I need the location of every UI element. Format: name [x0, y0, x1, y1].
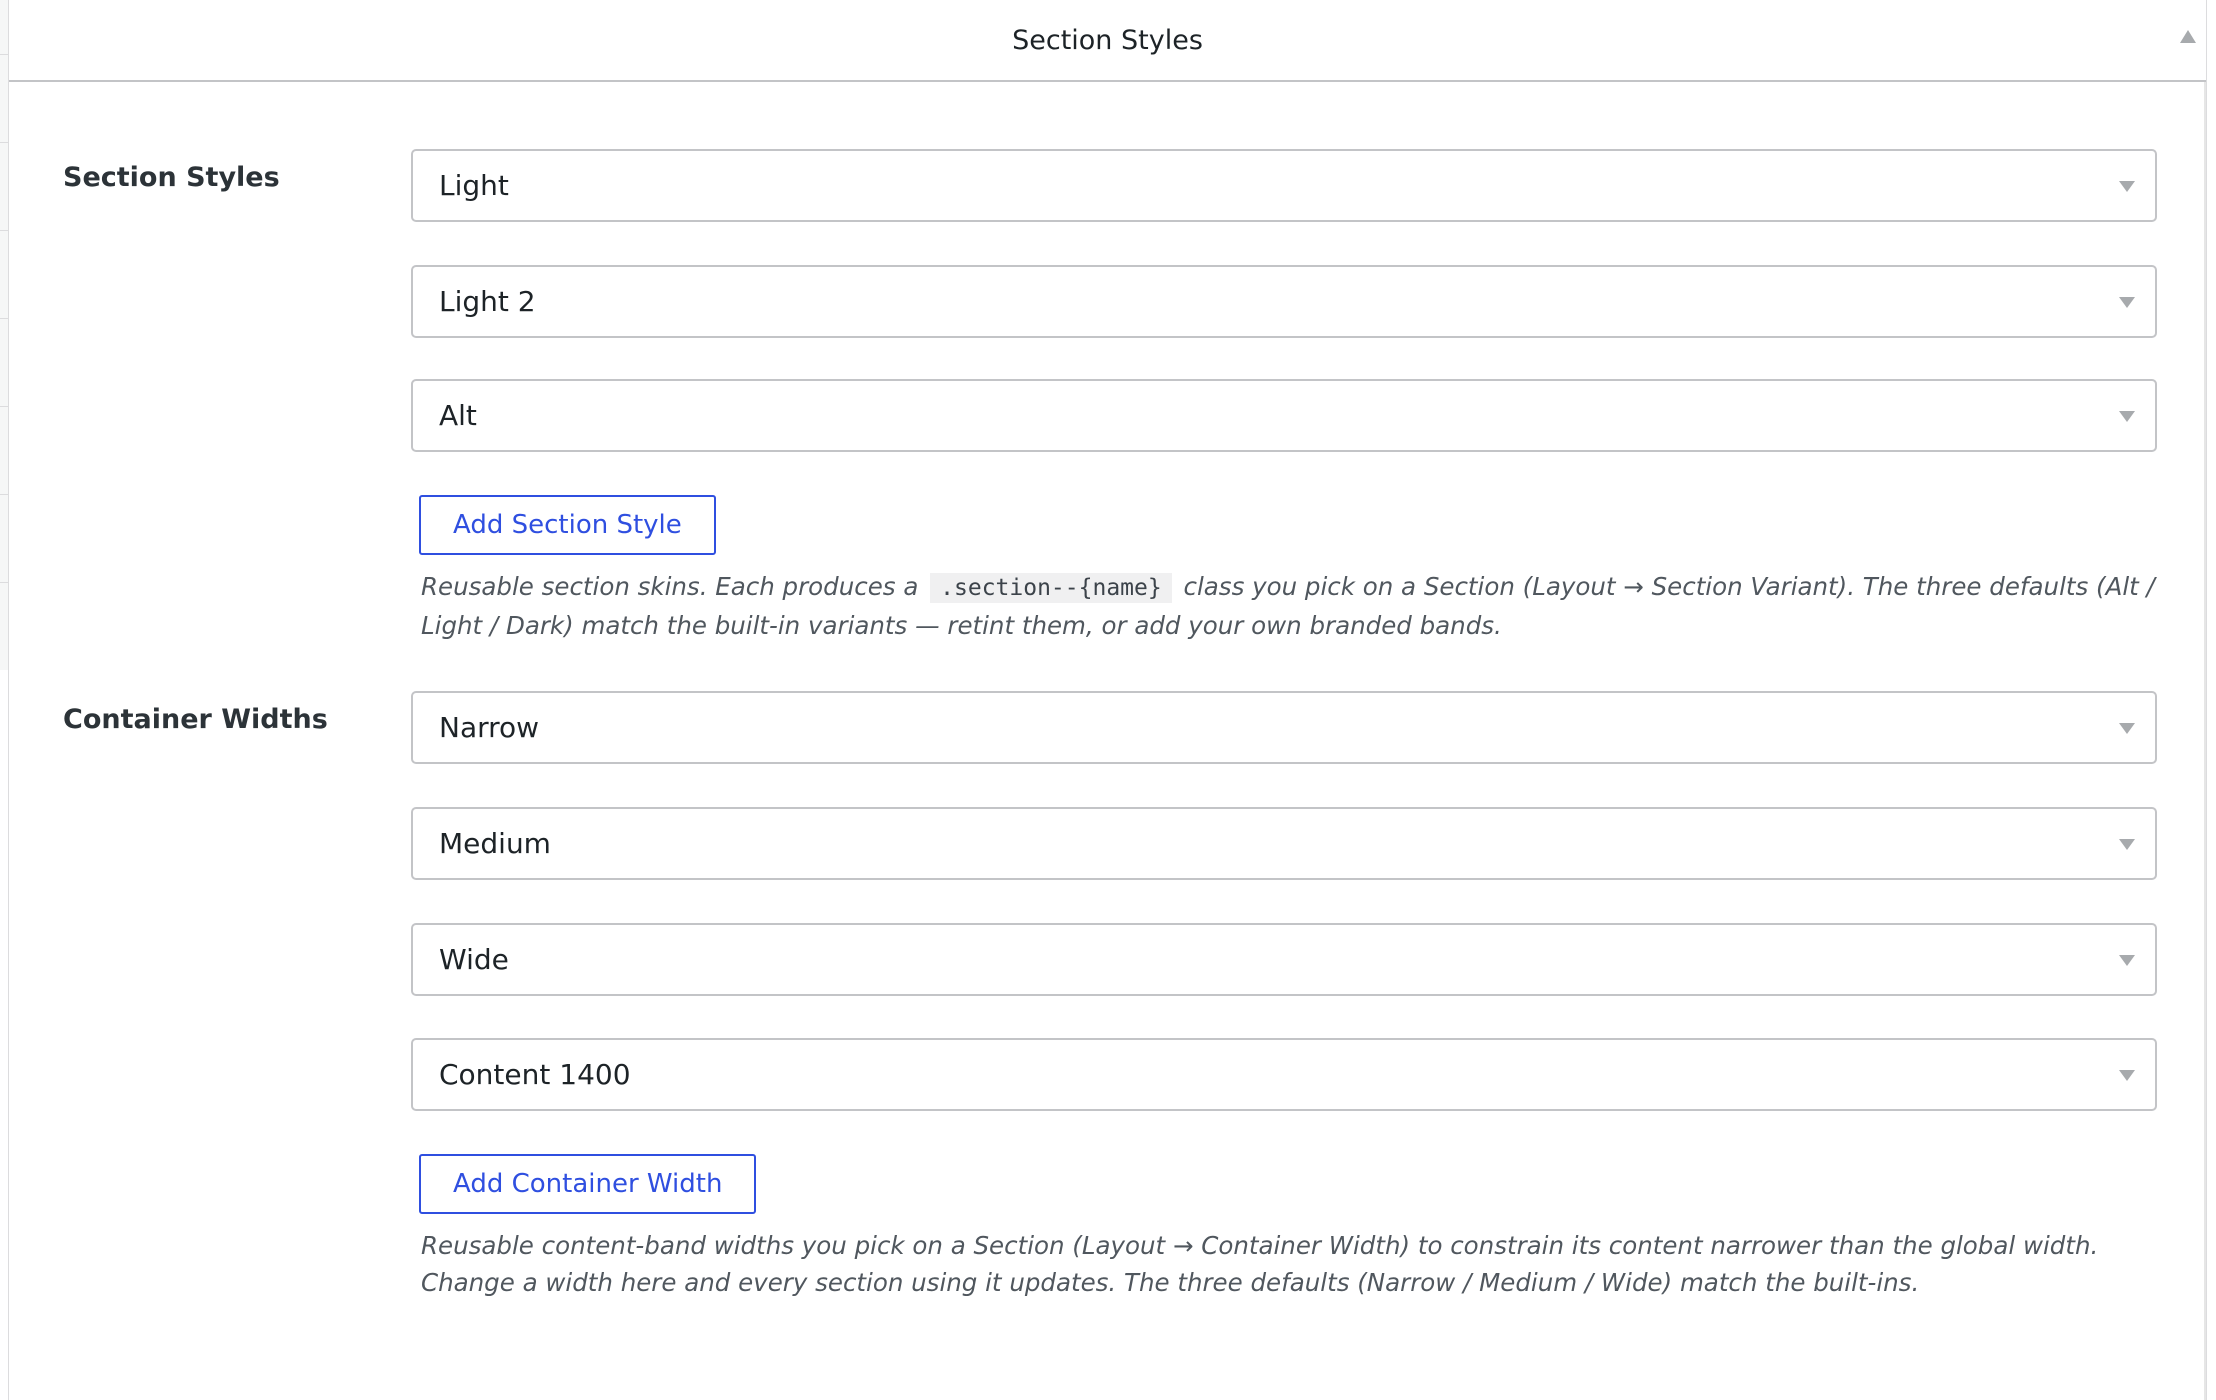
section-style-select-1[interactable]: Light: [411, 149, 2157, 222]
dropdown-caret-icon: [2119, 723, 2135, 734]
section-styles-description: Reusable section skins. Each produces a …: [421, 568, 2161, 644]
container-width-select-value: Narrow: [439, 711, 540, 744]
app-frame: Section Styles Section Styles Light Ligh…: [0, 0, 2216, 1400]
section-style-select-2[interactable]: Light 2: [411, 265, 2157, 338]
container-width-select-1[interactable]: Narrow: [411, 691, 2157, 764]
add-container-width-button[interactable]: Add Container Width: [419, 1154, 757, 1214]
dropdown-caret-icon: [2119, 411, 2135, 422]
panel-scroll-edge: [2204, 82, 2206, 1400]
collapse-triangle-up-icon[interactable]: [2180, 30, 2196, 43]
container-width-select-value: Wide: [439, 943, 509, 976]
dropdown-caret-icon: [2119, 181, 2135, 192]
container-width-select-2[interactable]: Medium: [411, 807, 2157, 880]
container-width-select-3[interactable]: Wide: [411, 923, 2157, 996]
section-styles-label: Section Styles: [63, 162, 280, 193]
section-style-select-value: Alt: [439, 399, 477, 432]
panel-header[interactable]: Section Styles: [9, 0, 2206, 82]
section-styles-panel: Section Styles Section Styles Light Ligh…: [8, 0, 2207, 1400]
container-width-select-value: Content 1400: [439, 1058, 631, 1091]
dropdown-caret-icon: [2119, 839, 2135, 850]
section-style-select-value: Light 2: [439, 285, 536, 318]
section-style-select-3[interactable]: Alt: [411, 379, 2157, 452]
section-style-select-value: Light: [439, 169, 509, 202]
dropdown-caret-icon: [2119, 297, 2135, 308]
add-section-style-button[interactable]: Add Section Style: [419, 495, 716, 555]
container-widths-description: Reusable content-band widths you pick on…: [421, 1231, 2099, 1297]
dropdown-caret-icon: [2119, 1070, 2135, 1081]
dropdown-caret-icon: [2119, 955, 2135, 966]
description-text: Reusable section skins. Each produces a: [421, 572, 919, 601]
container-widths-label: Container Widths: [63, 704, 328, 735]
container-width-select-4[interactable]: Content 1400: [411, 1038, 2157, 1111]
container-width-select-value: Medium: [439, 827, 551, 860]
class-name-code: .section--{name}: [930, 573, 1172, 603]
panel-title: Section Styles: [1012, 24, 1203, 56]
